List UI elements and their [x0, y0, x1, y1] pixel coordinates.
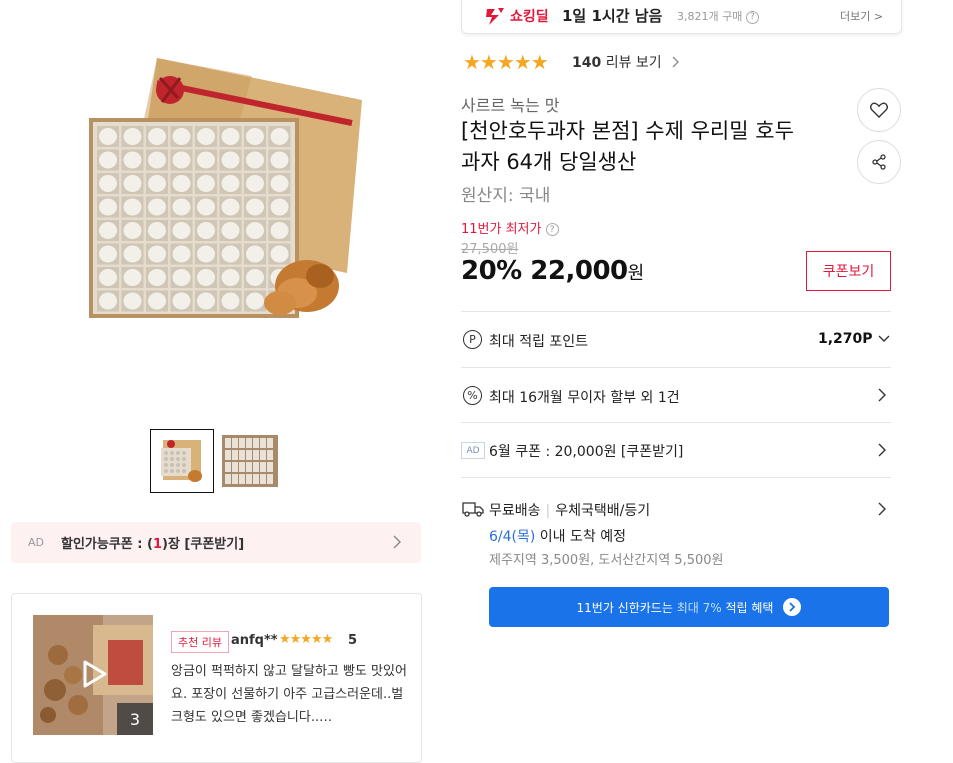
chevron-right-icon	[393, 535, 401, 549]
discount-rate: 20%	[461, 256, 522, 286]
reviewer-name: anfq**	[231, 633, 278, 648]
courier: 우체국택배/등기	[555, 503, 651, 519]
shocking-deal-bar: 쇼킹딜 1일 1시간 남음 3,821개 구매 ? 더보기 >	[461, 0, 902, 34]
product-title-line1: [천안호두과자 본점] 수제 우리밀 호두	[461, 119, 794, 143]
card-banner-highlight: 최대 7%	[676, 600, 722, 615]
original-price: 27,500원	[461, 242, 519, 257]
product-main-image[interactable]	[52, 38, 424, 406]
coupon-bar-text: 할인가능쿠폰 : (1)장 [쿠폰받기]	[61, 533, 244, 552]
sale-amount: 22,000	[530, 256, 628, 286]
divider	[461, 477, 891, 478]
thumbnail-1[interactable]	[150, 429, 214, 493]
review-video-thumbnail[interactable]: 3	[33, 615, 153, 735]
share-button[interactable]	[857, 140, 901, 184]
june-coupon-text[interactable]: 6월 쿠폰 : 20,000원 [쿠폰받기]	[489, 441, 683, 461]
wishlist-button[interactable]	[857, 88, 901, 132]
purchase-count-text: 3,821개 구매	[677, 10, 743, 23]
ad-label: AD	[28, 536, 44, 549]
chevron-down-icon[interactable]	[878, 335, 890, 343]
shipping-method: 무료배송 | 우체국택배/등기	[489, 503, 651, 519]
points-label: 최대 적립 포인트	[489, 334, 589, 350]
review-score: 5	[348, 633, 358, 648]
help-icon[interactable]: ?	[545, 223, 559, 236]
card-benefit-banner[interactable]: 11번가 신한카드는 최대 7% 적립 혜택	[489, 587, 889, 627]
play-icon	[83, 660, 107, 688]
review-link[interactable]: 140 리뷰 보기	[572, 52, 680, 72]
chevron-right-icon	[672, 56, 680, 68]
share-icon	[872, 154, 886, 170]
coupon-count: 1	[152, 537, 162, 552]
points-value: 1,270P	[818, 331, 873, 347]
card-banner-suffix: 적립 혜택	[725, 600, 774, 615]
coupon-bar-prefix: 할인가능쿠폰 : (	[61, 537, 153, 552]
review-stars: ★★★★★	[279, 632, 333, 647]
deal-more-link[interactable]: 더보기 >	[840, 8, 883, 24]
lowest-price-text: 11번가 최저가	[461, 222, 542, 237]
card-banner-prefix: 11번가 신한카드는	[576, 600, 673, 615]
thumbnail-2[interactable]	[218, 429, 282, 493]
purchase-count: 3,821개 구매 ?	[677, 8, 759, 24]
shocking-deal-icon	[486, 8, 504, 25]
arrow-right-icon	[783, 598, 802, 616]
arrival-date: 6/4(목)	[489, 529, 536, 545]
deal-label: 쇼킹딜	[510, 9, 549, 25]
percent-icon: %	[463, 386, 482, 405]
product-title-line2: 과자 64개 당일생산	[461, 150, 637, 174]
chevron-right-icon[interactable]	[878, 388, 886, 402]
view-coupon-button[interactable]: 쿠폰보기	[806, 251, 891, 291]
lowest-price-label: 11번가 최저가 ?	[461, 218, 559, 237]
deal-time-remaining: 1일 1시간 남음	[562, 7, 663, 25]
product-origin: 원산지: 국내	[461, 186, 551, 206]
discount-coupon-bar[interactable]: AD 할인가능쿠폰 : (1)장 [쿠폰받기]	[11, 522, 421, 563]
help-icon[interactable]: ?	[745, 10, 759, 24]
free-shipping: 무료배송	[489, 503, 541, 519]
review-link-label: 리뷰 보기	[605, 55, 662, 71]
review-text: 앙금이 퍽퍽하지 않고 달달하고 빵도 맛있어요. 포장이 선물하기 아주 고급…	[171, 664, 407, 725]
arrival-text: 이내 도착 예정	[539, 529, 626, 545]
ad-tag: AD	[461, 442, 485, 459]
installment-text[interactable]: 최대 16개월 무이자 할부 외 1건	[489, 387, 680, 407]
product-title: [천안호두과자 본점] 수제 우리밀 호두 과자 64개 당일생산	[461, 116, 851, 178]
coupon-bar-suffix: )장 [쿠폰받기]	[162, 537, 245, 552]
review-count: 140	[572, 55, 602, 71]
divider	[461, 422, 891, 423]
chevron-right-icon[interactable]	[878, 443, 886, 457]
currency-unit: 원	[627, 263, 645, 284]
divider	[461, 311, 891, 312]
heart-icon	[870, 102, 888, 118]
image-count-badge: 3	[117, 703, 153, 735]
shipping-extra-fees: 제주지역 3,500원, 도서산간지역 5,500원	[489, 553, 724, 568]
review-card[interactable]: 3 추천 리뷰 anfq** ★★★★★ 5 앙금이 퍽퍽하지 않고 달달하고 …	[11, 593, 422, 763]
rating-stars: ★★★★★	[463, 50, 549, 74]
recommended-review-badge: 추천 리뷰	[171, 631, 229, 653]
chevron-right-icon[interactable]	[878, 502, 886, 516]
arrival-estimate: 6/4(목) 이내 도착 예정	[489, 526, 626, 546]
truck-icon	[462, 502, 484, 517]
product-subtitle: 사르르 녹는 맛	[461, 96, 560, 115]
divider	[461, 367, 891, 368]
sale-price: 20% 22,000원	[461, 256, 644, 286]
point-icon: P	[463, 330, 482, 349]
